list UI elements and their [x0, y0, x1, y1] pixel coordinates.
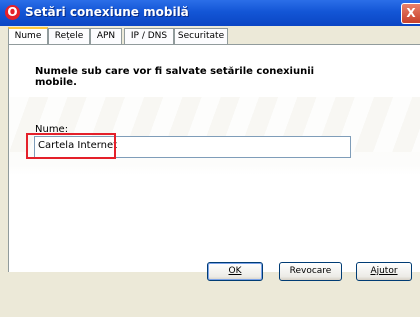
ok-button[interactable]: OK: [207, 262, 263, 281]
title-bar[interactable]: O Setări conexiune mobilă X: [0, 0, 420, 26]
tab-retele[interactable]: Rețele: [48, 28, 90, 44]
cancel-button[interactable]: Revocare: [279, 262, 342, 281]
tab-securitate[interactable]: Securitate: [174, 28, 228, 44]
help-button-label: Ajutor: [370, 266, 398, 276]
section-heading: Numele sub care vor fi salvate setările …: [35, 66, 315, 88]
tab-ip-dns[interactable]: IP / DNS: [124, 28, 174, 44]
close-button[interactable]: X: [401, 3, 420, 24]
brand-logo-icon: O: [5, 5, 20, 20]
ok-button-label: OK: [228, 266, 242, 276]
annotation-highlight-box: [26, 133, 116, 159]
help-button[interactable]: Ajutor: [356, 262, 412, 281]
window-title: Setări conexiune mobilă: [25, 5, 189, 19]
close-icon: X: [406, 6, 416, 20]
cancel-button-label: Revocare: [289, 266, 332, 276]
tab-apn[interactable]: APN: [90, 28, 122, 44]
tab-nume[interactable]: Nume: [8, 27, 48, 45]
dialog-window: O Setări conexiune mobilă X Nume Rețele …: [0, 0, 420, 317]
